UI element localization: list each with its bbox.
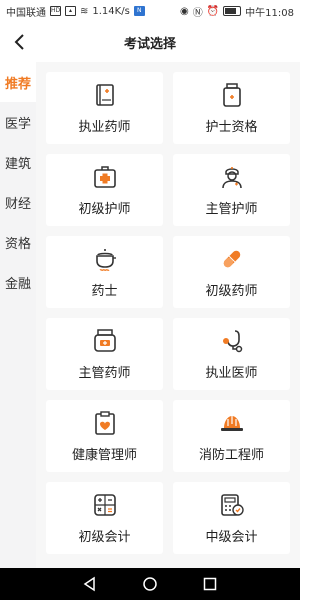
- chevron-left-icon: [14, 34, 24, 50]
- back-button[interactable]: [8, 30, 32, 54]
- exam-label: 初级护师: [78, 201, 131, 217]
- title-bar: 考试选择: [0, 22, 300, 62]
- exam-label: 药士: [91, 283, 118, 299]
- medicine-book-icon: [95, 83, 114, 106]
- exam-card-junior-pharmacist[interactable]: 初级药师: [173, 236, 290, 308]
- nurse-icon: [221, 166, 242, 188]
- sidebar-item-finance-economics[interactable]: 财经: [0, 182, 36, 222]
- home-circle-icon[interactable]: [142, 576, 158, 592]
- exam-label: 主管护师: [205, 201, 258, 217]
- notification-icon: N: [133, 6, 145, 16]
- wifi-icon: ≋: [80, 5, 89, 17]
- exam-card-pharmacist[interactable]: 执业药师: [46, 72, 163, 144]
- main-content: 推荐 医学 建筑 财经 资格 金融 执业药师 护士资格 初级护师 主管护师 药士: [0, 62, 300, 568]
- exam-label: 初级药师: [205, 283, 258, 299]
- sidebar-item-medicine[interactable]: 医学: [0, 102, 36, 142]
- pill-capsule-icon: [223, 250, 240, 267]
- exam-label: 执业医师: [205, 365, 258, 381]
- exam-label: 中级会计: [205, 529, 258, 545]
- exam-card-health-manager[interactable]: 健康管理师: [46, 400, 163, 472]
- exam-grid: 执业药师 护士资格 初级护师 主管护师 药士 初级药师 主管药师 执业医师 健康…: [36, 62, 300, 568]
- exam-card-nurse-qualification[interactable]: 护士资格: [173, 72, 290, 144]
- calculator-icon: [93, 493, 116, 516]
- first-aid-kit-icon: [93, 165, 116, 188]
- exam-label: 主管药师: [78, 365, 131, 381]
- page-title: 考试选择: [123, 36, 176, 52]
- sidebar-item-banking[interactable]: 金融: [0, 262, 36, 302]
- exam-card-intermediate-accountant[interactable]: 中级会计: [173, 482, 290, 554]
- sidebar-item-architecture[interactable]: 建筑: [0, 142, 36, 182]
- back-triangle-icon[interactable]: [82, 576, 98, 592]
- status-time: 中午11:08: [245, 7, 294, 19]
- stethoscope-icon: [222, 329, 242, 352]
- exam-label: 护士资格: [205, 119, 258, 135]
- sidebar-item-recommend[interactable]: 推荐: [0, 62, 36, 102]
- status-right: ◉ Ⓝ ⏰ 中午11:08: [180, 4, 294, 19]
- system-nav-bar: [0, 568, 300, 600]
- exam-card-senior-nurse[interactable]: 主管护师: [173, 154, 290, 226]
- medicine-jar-icon: [93, 328, 116, 352]
- category-sidebar: 推荐 医学 建筑 财经 资格 金融: [0, 62, 36, 568]
- eye-icon: ◉: [179, 5, 189, 17]
- recents-square-icon[interactable]: [202, 576, 218, 592]
- exam-card-fire-engineer[interactable]: 消防工程师: [173, 400, 290, 472]
- sidebar-item-qualification[interactable]: 资格: [0, 222, 36, 262]
- exam-card-practicing-physician[interactable]: 执业医师: [173, 318, 290, 390]
- exam-label: 执业药师: [78, 119, 131, 135]
- carrier-label: 中国联通: [6, 7, 46, 19]
- status-left: 中国联通 HD ▴ ≋ 1.14K/s N: [6, 4, 145, 19]
- net-speed: 1.14K/s: [92, 5, 130, 17]
- exam-card-junior-accountant[interactable]: 初级会计: [46, 482, 163, 554]
- battery-icon: [223, 6, 242, 16]
- status-bar: 中国联通 HD ▴ ≋ 1.14K/s N ◉ Ⓝ ⏰ 中午11:08: [0, 0, 300, 22]
- exam-label: 消防工程师: [198, 447, 264, 463]
- safety-helmet-icon: [220, 415, 243, 431]
- health-clipboard-icon: [94, 410, 115, 435]
- exam-label: 健康管理师: [71, 447, 137, 463]
- alarm-icon: ⏰: [206, 5, 220, 17]
- nfc-icon: Ⓝ: [192, 7, 203, 19]
- exam-card-pharmacy-technician[interactable]: 药士: [46, 236, 163, 308]
- hd-icon: HD: [50, 6, 61, 16]
- signal-icon: ▴: [65, 6, 76, 16]
- exam-label: 初级会计: [78, 529, 131, 545]
- decoction-pot-icon: [95, 248, 116, 271]
- medicine-bottle-icon: [222, 82, 241, 107]
- calculator-check-icon: [220, 493, 244, 516]
- exam-card-senior-pharmacist[interactable]: 主管药师: [46, 318, 163, 390]
- exam-card-junior-nurse[interactable]: 初级护师: [46, 154, 163, 226]
